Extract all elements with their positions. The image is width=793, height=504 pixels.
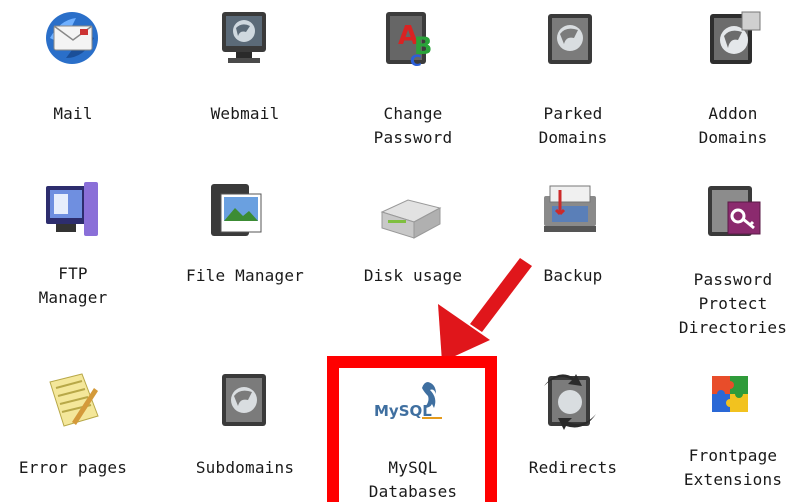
ftp-manager-icon[interactable] xyxy=(40,178,104,242)
error-pages-label[interactable]: Error pages xyxy=(0,456,148,480)
addon-domains-label[interactable]: Addon Domains xyxy=(658,102,793,150)
redirects-label[interactable]: Redirects xyxy=(498,456,648,480)
svg-text:C: C xyxy=(410,51,422,70)
file-manager-icon[interactable] xyxy=(205,178,269,242)
webmail-label[interactable]: Webmail xyxy=(170,102,320,126)
subdomains-label[interactable]: Subdomains xyxy=(170,456,320,480)
file-manager-label[interactable]: File Manager xyxy=(170,264,320,288)
mail-label[interactable]: Mail xyxy=(0,102,148,126)
frontpage-puzzle-icon[interactable] xyxy=(706,370,754,418)
ftp-manager-label[interactable]: FTP Manager xyxy=(0,262,148,310)
mysql-highlight-box xyxy=(327,356,497,502)
parked-domains-label[interactable]: Parked Domains xyxy=(498,102,648,150)
error-pages-icon[interactable] xyxy=(42,368,106,432)
subdomains-icon[interactable] xyxy=(212,368,276,432)
parked-domains-icon[interactable] xyxy=(538,6,602,70)
backup-icon[interactable] xyxy=(538,178,602,242)
addon-domains-icon[interactable] xyxy=(702,6,766,70)
change-password-icon[interactable]: A B C xyxy=(378,6,442,70)
webmail-icon[interactable] xyxy=(212,6,276,70)
red-arrow-icon xyxy=(428,258,532,366)
redirects-icon[interactable] xyxy=(538,368,602,432)
password-protect-label[interactable]: Password Protect Directories xyxy=(658,268,793,340)
disk-usage-icon[interactable] xyxy=(378,182,442,246)
change-password-label[interactable]: Change Password xyxy=(338,102,488,150)
password-protect-icon[interactable] xyxy=(702,178,766,242)
mail-icon[interactable] xyxy=(40,6,104,70)
frontpage-extensions-label[interactable]: Frontpage Extensions xyxy=(658,444,793,492)
